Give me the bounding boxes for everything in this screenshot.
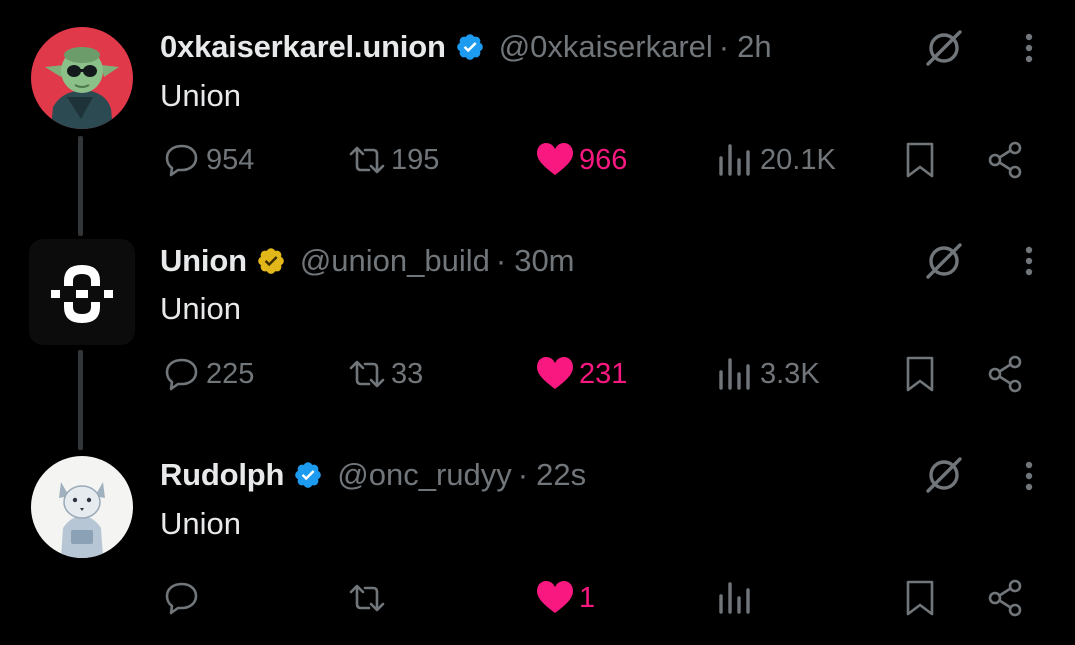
tweet-header: 0xkaiserkarel.union @0xkaiserkarel · 2h <box>160 28 772 66</box>
reply-button[interactable]: 225 <box>162 352 254 396</box>
bookmark-button[interactable] <box>900 352 940 396</box>
bookmark-button[interactable] <box>900 576 940 620</box>
views-icon <box>719 144 750 176</box>
bookmark-icon <box>906 356 934 392</box>
retweet-button[interactable] <box>347 576 391 620</box>
retweet-button[interactable]: 195 <box>347 138 439 182</box>
grok-icon[interactable] <box>922 453 966 497</box>
bookmark-button[interactable] <box>900 138 940 182</box>
views-button[interactable] <box>716 576 760 620</box>
reply-button[interactable]: 954 <box>162 138 254 182</box>
like-icon <box>537 581 573 613</box>
separator-dot: · <box>495 243 507 278</box>
avatar[interactable] <box>31 456 133 558</box>
share-button[interactable] <box>985 352 1025 396</box>
reply-icon <box>165 582 198 615</box>
timestamp[interactable]: 2h <box>737 29 771 65</box>
reply-icon <box>165 358 198 391</box>
tweet[interactable]: Union @union_build · 30m Union 225 33 23… <box>0 215 1075 430</box>
tweet-text: Union <box>160 78 241 113</box>
tweet[interactable]: Rudolph @onc_rudyy · 22s Union 1 <box>0 430 1075 645</box>
retweet-button[interactable]: 33 <box>347 352 423 396</box>
share-icon <box>988 579 1022 617</box>
tweet-header: Rudolph @onc_rudyy · 22s <box>160 456 586 494</box>
verified-badge-icon[interactable] <box>293 460 323 490</box>
handle[interactable]: @union_build <box>300 243 490 279</box>
like-button[interactable]: 1 <box>535 576 595 620</box>
like-count: 966 <box>579 143 628 176</box>
reply-button[interactable] <box>162 576 206 620</box>
like-icon <box>537 357 573 389</box>
display-name[interactable]: 0xkaiserkarel.union <box>160 29 446 65</box>
timestamp[interactable]: 30m <box>514 243 574 279</box>
reply-count: 225 <box>206 357 255 390</box>
avatar[interactable] <box>31 27 133 129</box>
reply-icon <box>165 144 198 177</box>
display-name[interactable]: Union <box>160 243 247 279</box>
handle[interactable]: @0xkaiserkarel <box>499 29 713 65</box>
view-count: 20.1K <box>760 143 836 176</box>
action-bar: 1 <box>0 576 1075 620</box>
reply-count: 954 <box>206 143 255 176</box>
views-button[interactable]: 20.1K <box>716 138 836 182</box>
display-name[interactable]: Rudolph <box>160 457 284 493</box>
grok-icon[interactable] <box>922 239 966 283</box>
share-button[interactable] <box>985 576 1025 620</box>
like-count: 1 <box>579 581 596 614</box>
separator-dot: · <box>718 29 730 64</box>
avatar[interactable] <box>29 239 135 345</box>
more-icon[interactable] <box>1014 30 1044 66</box>
verified-badge-icon[interactable] <box>455 32 485 62</box>
handle[interactable]: @onc_rudyy <box>337 457 512 493</box>
timestamp[interactable]: 22s <box>536 457 586 493</box>
action-bar: 225 33 231 3.3K <box>0 352 1075 396</box>
view-count: 3.3K <box>760 357 820 390</box>
bookmark-icon <box>906 580 934 616</box>
retweet-icon <box>349 584 385 612</box>
share-icon <box>988 141 1022 179</box>
action-bar: 954 195 966 20.1K <box>0 138 1075 182</box>
tweet[interactable]: 0xkaiserkarel.union @0xkaiserkarel · 2h … <box>0 0 1075 215</box>
like-icon <box>537 143 573 175</box>
like-button[interactable]: 231 <box>535 352 627 396</box>
retweet-icon <box>349 146 385 174</box>
views-icon <box>719 358 750 390</box>
tweet-header: Union @union_build · 30m <box>160 242 575 280</box>
verified-badge-icon[interactable] <box>256 246 286 276</box>
more-icon[interactable] <box>1014 458 1044 494</box>
tweet-text: Union <box>160 291 241 326</box>
share-button[interactable] <box>985 138 1025 182</box>
retweet-icon <box>349 360 385 388</box>
separator-dot: · <box>517 457 529 492</box>
retweet-count: 195 <box>391 143 440 176</box>
like-count: 231 <box>579 357 628 390</box>
share-icon <box>988 355 1022 393</box>
bookmark-icon <box>906 142 934 178</box>
like-button[interactable]: 966 <box>535 138 627 182</box>
views-button[interactable]: 3.3K <box>716 352 820 396</box>
retweet-count: 33 <box>391 357 424 390</box>
more-icon[interactable] <box>1014 243 1044 279</box>
views-icon <box>719 582 750 614</box>
grok-icon[interactable] <box>922 26 966 70</box>
tweet-text: Union <box>160 506 241 541</box>
